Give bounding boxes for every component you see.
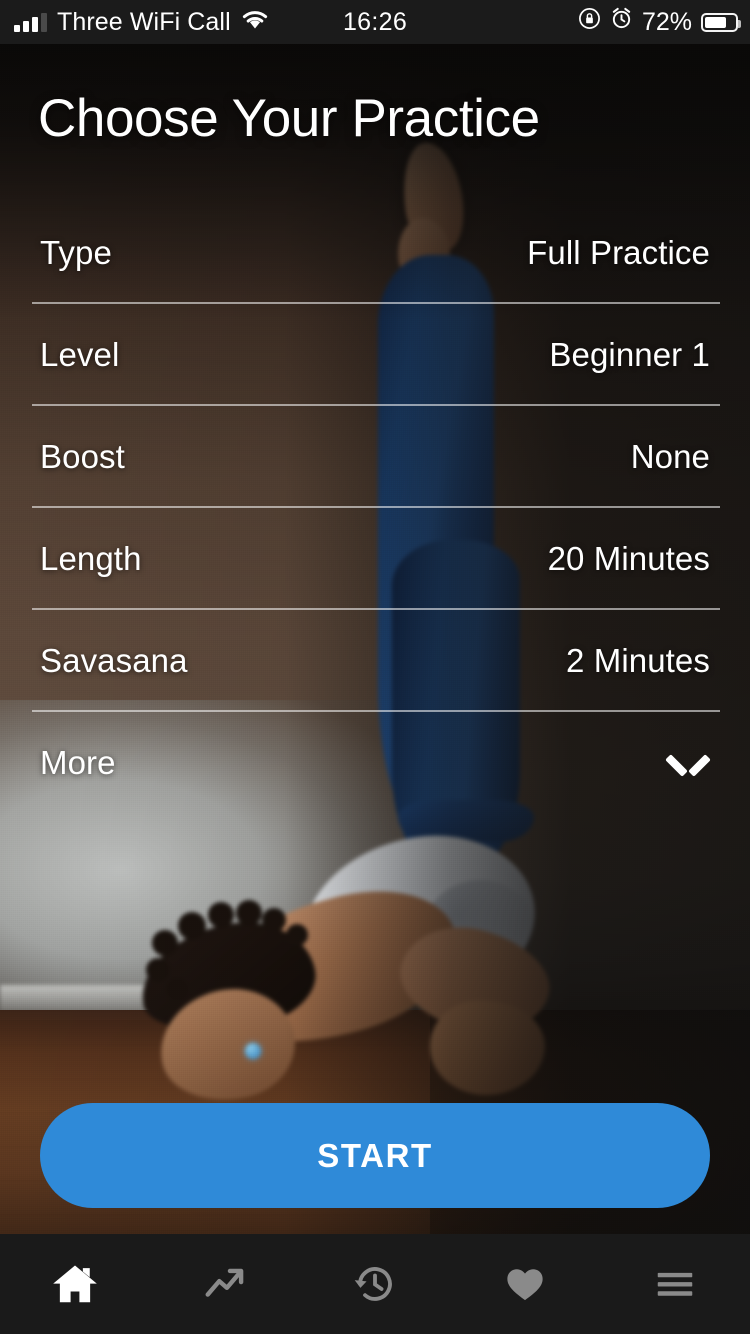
option-row-more[interactable]: More: [0, 712, 750, 814]
trending-up-icon: [202, 1261, 248, 1307]
option-label: Savasana: [40, 642, 188, 679]
bottom-navigation-bar: [0, 1234, 750, 1334]
main-content: Choose Your Practice Type Full Practice …: [0, 44, 750, 1234]
nav-item-progress[interactable]: [150, 1234, 300, 1334]
option-row-length[interactable]: Length 20 Minutes: [0, 508, 750, 610]
page-title: Choose Your Practice: [38, 89, 540, 148]
option-row-savasana[interactable]: Savasana 2 Minutes: [0, 610, 750, 712]
option-label: More: [40, 744, 116, 781]
nav-item-menu[interactable]: [600, 1234, 750, 1334]
battery-icon: [701, 12, 741, 32]
option-value: Full Practice: [527, 234, 710, 271]
history-icon: [352, 1261, 398, 1307]
option-value: 2 Minutes: [566, 642, 710, 679]
hamburger-menu-icon: [652, 1261, 698, 1307]
option-label: Type: [40, 234, 112, 271]
option-row-level[interactable]: Level Beginner 1: [0, 304, 750, 406]
option-row-boost[interactable]: Boost None: [0, 406, 750, 508]
heart-icon: [502, 1261, 548, 1307]
nav-item-favorites[interactable]: [450, 1234, 600, 1334]
option-label: Boost: [40, 438, 125, 475]
clock-label: 16:26: [342, 7, 408, 36]
practice-options-list: Type Full Practice Level Beginner 1 Boos…: [0, 202, 750, 814]
option-value: 20 Minutes: [547, 540, 710, 577]
nav-item-home[interactable]: [0, 1234, 150, 1334]
status-bar: Three WiFi Call 16:26 72%: [0, 0, 750, 44]
start-button[interactable]: START: [40, 1103, 710, 1208]
option-value: None: [630, 438, 710, 475]
option-label: Length: [40, 540, 142, 577]
option-value: Beginner 1: [549, 336, 710, 373]
option-row-type[interactable]: Type Full Practice: [0, 202, 750, 304]
option-label: Level: [40, 336, 120, 373]
chevron-down-icon[interactable]: [668, 751, 708, 775]
nav-item-history[interactable]: [300, 1234, 450, 1334]
home-icon: [52, 1261, 98, 1307]
